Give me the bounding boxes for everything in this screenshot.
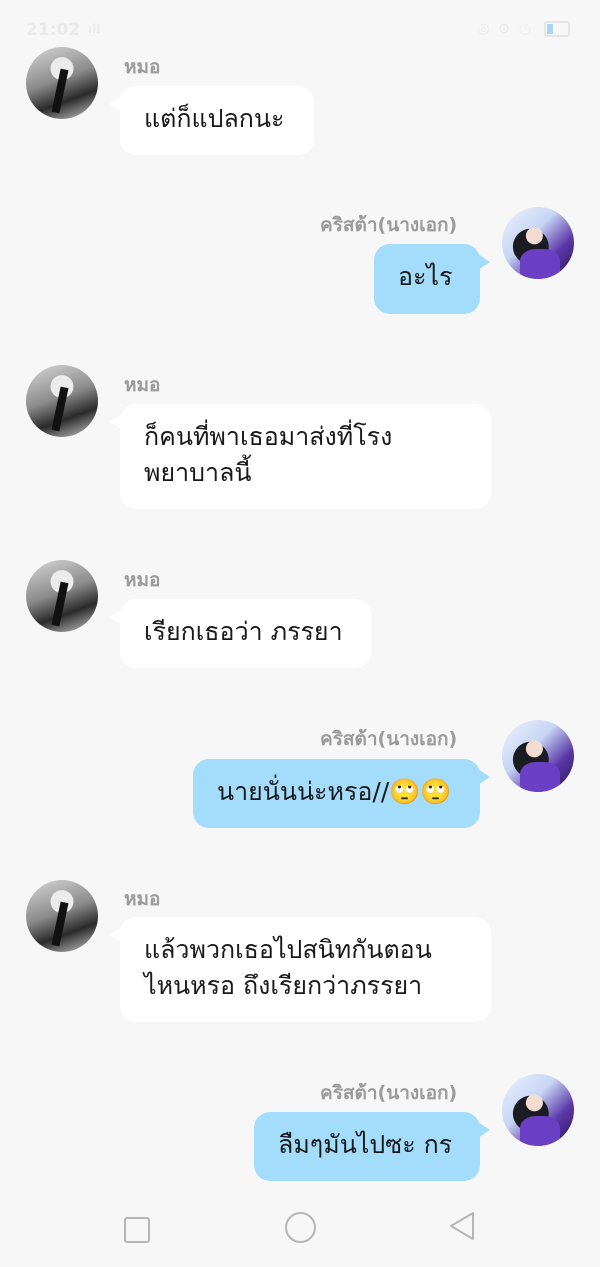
system-nav-bar — [0, 1190, 600, 1267]
message-bubble[interactable]: ก็คนที่พาเธอมาส่งที่โรง พยาบาลนี้ — [110, 404, 491, 509]
square-icon[interactable] — [124, 1217, 150, 1243]
avatar-doctor[interactable] — [26, 560, 98, 632]
sender-name: คริสต้า(นางเอก) — [320, 214, 458, 236]
avatar-doctor[interactable] — [26, 47, 98, 119]
message-bubble[interactable]: เรียกเธอว่า ภรรยา — [110, 599, 371, 668]
avatar-heroine[interactable] — [502, 720, 574, 792]
message-bubble[interactable]: อะไร — [374, 244, 490, 314]
circle-icon[interactable] — [285, 1212, 316, 1243]
triangle-back-icon[interactable] — [448, 1210, 476, 1242]
sender-name: คริสต้า(นางเอก) — [320, 728, 458, 750]
message-bubble[interactable]: นายนั่นน่ะหรอ//🙄🙄 — [193, 759, 490, 828]
sender-name: หมอ — [124, 374, 161, 396]
battery-icon — [544, 21, 570, 37]
avatar-heroine[interactable] — [502, 1074, 574, 1146]
avatar-doctor[interactable] — [26, 880, 98, 952]
sender-name: หมอ — [124, 569, 161, 591]
message-bubble[interactable]: แต่ก็แปลกนะ — [110, 86, 314, 155]
sender-name: คริสต้า(นางเอก) — [320, 1082, 458, 1104]
status-time: 21:02 — [26, 20, 81, 40]
avatar-doctor[interactable] — [26, 365, 98, 437]
status-right-icons: ◎ ⊙ ◷ — [477, 21, 534, 37]
message-bubble[interactable]: ลืมๆมันไปซะ กร — [254, 1112, 490, 1181]
status-bar: 21:02 ıll ◎ ⊙ ◷ — [0, 0, 600, 60]
sender-name: หมอ — [124, 888, 161, 910]
avatar-heroine[interactable] — [502, 207, 574, 279]
message-bubble[interactable]: แล้วพวกเธอไปสนิทกันตอน ไหนหรอ ถึงเรียกว่… — [110, 917, 491, 1022]
sender-name: หมอ — [124, 56, 161, 78]
signal-icon: ıll — [88, 22, 101, 36]
status-icons: ◎ ⊙ ◷ — [477, 21, 570, 37]
